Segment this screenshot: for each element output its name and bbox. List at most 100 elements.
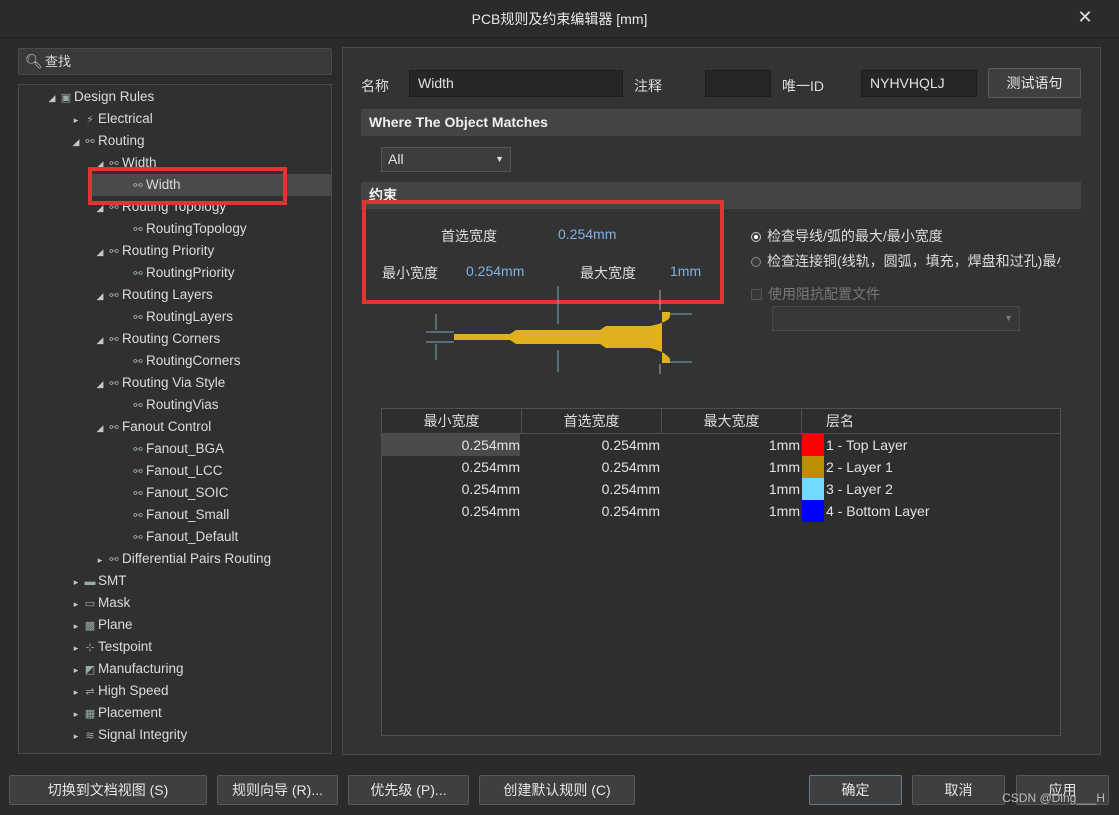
expand-arrow-icon[interactable]: ◢ — [94, 373, 106, 395]
tree-item[interactable]: ⚯ RoutingLayers — [118, 306, 233, 328]
expand-arrow-icon[interactable]: ▸ — [70, 571, 82, 593]
cell-preferred-width[interactable]: 0.254mm — [522, 478, 660, 500]
col-header-min[interactable]: 最小宽度 — [382, 409, 522, 433]
cell-max-width[interactable]: 1mm — [662, 434, 800, 456]
tree-item[interactable]: ▸ ◩ Manufacturing — [70, 658, 184, 680]
expand-arrow-icon[interactable]: ◢ — [94, 241, 106, 263]
uid-field[interactable]: NYHVHQLJ — [861, 70, 977, 97]
col-header-max[interactable]: 最大宽度 — [662, 409, 802, 433]
cell-preferred-width[interactable]: 0.254mm — [522, 456, 660, 478]
close-icon[interactable]: ✕ — [1073, 6, 1097, 30]
switch-to-document-view-button[interactable]: 切换到文档视图 (S) — [9, 775, 207, 805]
cell-max-width[interactable]: 1mm — [662, 456, 800, 478]
tree-item[interactable]: ⚯ RoutingTopology — [118, 218, 246, 240]
tree-item[interactable]: ◢ ▣ Design Rules — [46, 86, 155, 109]
routing-icon: ⚯ — [85, 136, 95, 148]
create-default-rules-button[interactable]: 创建默认规则 (C) — [479, 775, 635, 805]
cell-min-width[interactable]: 0.254mm — [382, 478, 520, 500]
expand-arrow-icon[interactable]: ▸ — [94, 549, 106, 571]
expand-arrow-icon[interactable]: ▸ — [70, 703, 82, 725]
expand-arrow-icon[interactable]: ▸ — [70, 593, 82, 615]
name-field[interactable]: Width — [409, 70, 623, 97]
tree-item[interactable]: ▸ ▦ Placement — [70, 702, 162, 724]
tree-item[interactable]: ◢ ⚯ Fanout Control — [94, 416, 212, 439]
manufacturing-icon: ◩ — [84, 664, 96, 676]
layer-width-grid[interactable]: 最小宽度 首选宽度 最大宽度 层名 0.254mm 0.254mm 1mm 1 - T… — [381, 408, 1061, 736]
tree-item[interactable]: ◢ ⚯ Routing Layers — [94, 284, 213, 306]
radio-check-track-width[interactable]: 检查导线/弧的最大/最小宽度 — [751, 226, 943, 246]
tree-item[interactable]: ◢ ⚯ Routing Via Style — [94, 372, 226, 395]
test-query-button[interactable]: 测试语句 — [988, 68, 1081, 98]
tree-item[interactable]: ⚯ Fanout_BGA — [118, 438, 224, 460]
tree-item[interactable]: ⚯ RoutingCorners — [118, 350, 240, 372]
cell-layer-name[interactable]: 3 - Layer 2 — [826, 478, 1056, 500]
tree-item[interactable]: ◢ ⚯ Routing Corners — [94, 328, 221, 351]
expand-arrow-icon[interactable]: ◢ — [70, 131, 82, 153]
tree-item[interactable]: ⚯ Fanout_SOIC — [118, 482, 228, 504]
tree-item[interactable]: ▸ ⚡ Electrical — [70, 108, 153, 130]
col-header-pref[interactable]: 首选宽度 — [522, 409, 662, 433]
tree-item[interactable]: ◢ ⚯ Routing Priority — [94, 240, 215, 263]
tree-item[interactable]: ▸ ⊹ Testpoint — [70, 636, 152, 658]
radio-label-1: 检查导线/弧的最大/最小宽度 — [767, 228, 943, 244]
corners-icon: ⚯ — [109, 334, 119, 346]
tree-item-label: Electrical — [98, 111, 153, 126]
tree-item-label: Routing Priority — [122, 243, 215, 258]
cell-max-width[interactable]: 1mm — [662, 478, 800, 500]
tree-item-label: Routing Via Style — [122, 375, 226, 390]
priority-button[interactable]: 优先级 (P)... — [348, 775, 469, 805]
rule-icon: ⚯ — [133, 444, 143, 456]
cell-preferred-width[interactable]: 0.254mm — [522, 500, 660, 522]
expand-arrow-icon[interactable]: ◢ — [94, 285, 106, 307]
expand-arrow-icon[interactable]: ▸ — [70, 637, 82, 659]
cell-min-width[interactable]: 0.254mm — [382, 434, 520, 456]
expand-arrow-icon[interactable]: ▸ — [70, 109, 82, 131]
expand-arrow-icon[interactable]: ▸ — [70, 681, 82, 703]
cell-layer-name[interactable]: 2 - Layer 1 — [826, 456, 1056, 478]
tree-item-label: RoutingLayers — [146, 309, 234, 324]
radio-check-connected-copper[interactable]: 检查连接铜(线轨，圆弧，填充，焊盘和过孔)最小 — [751, 251, 1061, 271]
tree-item[interactable]: ⚯ Fanout_LCC — [118, 460, 223, 482]
tree-item[interactable]: ▸ ⚯ Differential Pairs Routing — [94, 548, 271, 570]
cell-max-width[interactable]: 1mm — [662, 500, 800, 522]
cell-min-width[interactable]: 0.254mm — [382, 500, 520, 522]
col-header-layer[interactable]: 层名 — [802, 409, 1060, 433]
cancel-button[interactable]: 取消 — [912, 775, 1005, 805]
expand-arrow-icon[interactable]: ◢ — [94, 417, 106, 439]
tree-item-label: Signal Integrity — [98, 727, 188, 742]
expand-arrow-icon[interactable]: ▸ — [70, 659, 82, 681]
rule-wizard-button[interactable]: 规则向导 (R)... — [217, 775, 338, 805]
cell-preferred-width[interactable]: 0.254mm — [522, 434, 660, 456]
use-impedance-checkbox[interactable]: 使用阻抗配置文件 — [751, 284, 880, 304]
tree-item[interactable]: ▸ ⇌ High Speed — [70, 680, 169, 702]
tree-item[interactable]: ◢ ⚯ Routing — [70, 130, 145, 152]
tree-item[interactable]: ▸ ≋ Signal Integrity — [70, 724, 188, 747]
highspeed-icon: ⇌ — [85, 686, 95, 698]
tree-item[interactable]: ⚯ Fanout_Default — [118, 526, 238, 548]
expand-arrow-icon[interactable]: ▸ — [70, 725, 82, 747]
tree-item-label: Fanout_LCC — [146, 463, 223, 478]
cell-layer-name[interactable]: 1 - Top Layer — [826, 434, 1056, 456]
cell-min-width[interactable]: 0.254mm — [382, 456, 520, 478]
expand-arrow-icon[interactable]: ◢ — [94, 329, 106, 351]
comment-label: 注释 — [634, 78, 662, 94]
tree-item[interactable]: ⚯ RoutingVias — [118, 394, 218, 416]
cell-layer-name[interactable]: 4 - Bottom Layer — [826, 500, 1056, 522]
tree-item-label: High Speed — [98, 683, 169, 698]
ok-button[interactable]: 确定 — [809, 775, 902, 805]
expand-arrow-icon[interactable]: ▸ — [70, 615, 82, 637]
tree-item[interactable]: ⚯ Fanout_Small — [118, 504, 229, 526]
tree-item[interactable]: ⚯ RoutingPriority — [118, 262, 235, 284]
search-input[interactable]: 🔍︎ 查找 — [18, 48, 332, 75]
comment-field[interactable] — [705, 70, 771, 97]
tree-item-label: RoutingPriority — [146, 265, 235, 280]
electrical-icon: ⚡ — [86, 114, 94, 126]
impedance-profile-dropdown[interactable]: ▼ — [772, 306, 1020, 331]
expand-arrow-icon[interactable]: ◢ — [46, 87, 58, 109]
radio-selected-icon — [751, 232, 761, 242]
tree-item[interactable]: ▸ ▩ Plane — [70, 614, 133, 636]
tree-item-label: Manufacturing — [98, 661, 184, 676]
scope-dropdown[interactable]: All ▼ — [381, 147, 511, 172]
tree-item[interactable]: ▸ ▭ Mask — [70, 592, 131, 615]
tree-item[interactable]: ▸ ▬ SMT — [70, 570, 127, 592]
